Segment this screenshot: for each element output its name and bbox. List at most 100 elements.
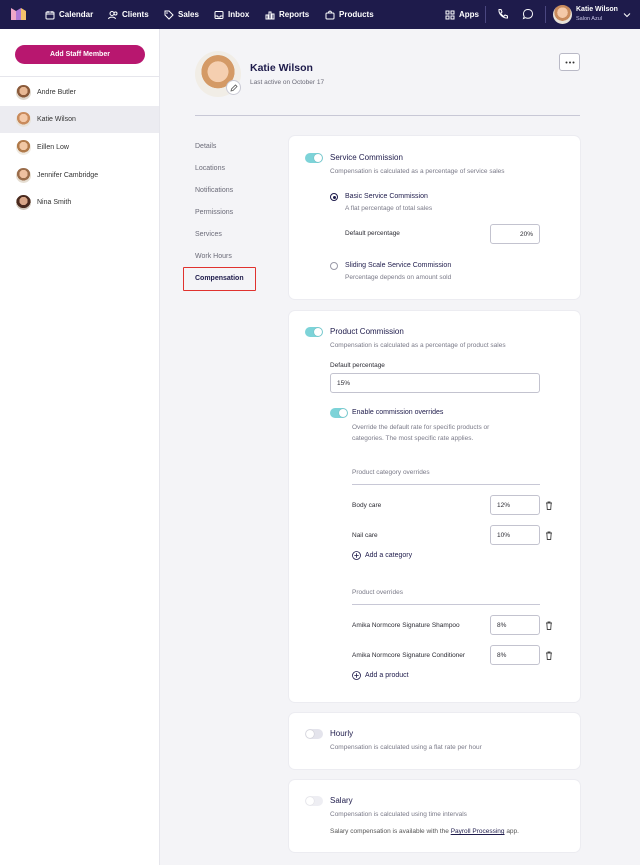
service-default-percentage-input[interactable] xyxy=(490,224,540,244)
bag-icon xyxy=(325,10,335,19)
sliding-scale-desc: Percentage depends on amount sold xyxy=(345,274,452,281)
nav-apps-label: Apps xyxy=(459,10,479,19)
category-overrides-header: Product category overrides xyxy=(352,469,430,476)
staff-item[interactable]: Andre Butler xyxy=(0,79,159,106)
tab-highlight-box xyxy=(183,267,256,291)
trash-icon[interactable] xyxy=(545,621,553,630)
nav-clients[interactable]: Clients xyxy=(108,0,149,29)
nav-inbox[interactable]: Inbox xyxy=(214,0,249,29)
add-product-label: Add a product xyxy=(365,672,409,679)
staff-name: Eillen Low xyxy=(37,144,69,151)
trash-icon[interactable] xyxy=(545,501,553,510)
user-name[interactable]: Katie Wilson xyxy=(576,6,618,13)
avatar xyxy=(16,112,31,127)
service-commission-card: Service Commission Compensation is calcu… xyxy=(289,136,580,299)
staff-item[interactable]: Nina Smith xyxy=(0,189,159,216)
add-product-link[interactable]: Add a product xyxy=(352,671,409,680)
user-avatar[interactable] xyxy=(553,5,572,24)
section-divider xyxy=(352,484,540,485)
staff-item[interactable]: Eillen Low xyxy=(0,134,159,161)
bar-chart-icon xyxy=(265,11,275,19)
salary-note-suffix: app. xyxy=(504,828,519,835)
nav-sales-label: Sales xyxy=(178,10,199,19)
card-subtitle: Compensation is calculated as a percenta… xyxy=(330,342,506,349)
card-title: Product Commission xyxy=(330,327,404,336)
add-staff-member-button[interactable]: Add Staff Member xyxy=(15,45,145,64)
card-subtitle: Compensation is calculated using time in… xyxy=(330,811,467,818)
nav-clients-label: Clients xyxy=(122,10,149,19)
trash-icon[interactable] xyxy=(545,651,553,660)
default-percentage-label: Default percentage xyxy=(345,230,400,237)
plus-circle-icon xyxy=(352,671,361,680)
basic-commission-desc: A flat percentage of total sales xyxy=(345,205,433,212)
avatar xyxy=(16,140,31,155)
hourly-toggle[interactable] xyxy=(305,729,323,739)
salary-note: Salary compensation is available with th… xyxy=(330,827,519,837)
staff-item[interactable]: Jennifer Cambridge xyxy=(0,162,159,189)
add-category-link[interactable]: Add a category xyxy=(352,551,412,560)
overrides-desc-2: categories. The most specific rate appli… xyxy=(352,435,474,442)
more-icon xyxy=(565,61,574,63)
tab-work-hours[interactable]: Work Hours xyxy=(195,253,232,260)
section-divider xyxy=(352,604,540,605)
salary-toggle[interactable] xyxy=(305,796,323,806)
product-name: Amika Normcore Signature Conditioner xyxy=(352,652,466,659)
nav-calendar-label: Calendar xyxy=(59,10,94,19)
last-active-text: Last active on October 17 xyxy=(250,79,325,86)
chevron-down-icon[interactable] xyxy=(623,11,631,19)
product-percentage-input[interactable] xyxy=(490,615,540,635)
avatar xyxy=(16,85,31,100)
product-commission-toggle[interactable] xyxy=(305,327,323,337)
nav-apps[interactable]: Apps xyxy=(445,0,479,29)
nav-products-label: Products xyxy=(339,10,374,19)
plus-circle-icon xyxy=(352,551,361,560)
edit-photo-button[interactable] xyxy=(226,80,241,95)
top-nav: Calendar Clients Sales Inbox Reports Pro… xyxy=(0,0,640,29)
nav-products[interactable]: Products xyxy=(325,0,374,29)
card-title: Hourly xyxy=(330,729,354,738)
profile-name: Katie Wilson xyxy=(250,62,313,74)
nav-calendar[interactable]: Calendar xyxy=(45,0,93,29)
staff-name: Jennifer Cambridge xyxy=(37,172,99,179)
logo-icon[interactable] xyxy=(11,8,26,20)
overrides-label: Enable commission overrides xyxy=(352,409,444,416)
add-category-label: Add a category xyxy=(365,552,413,559)
basic-commission-radio[interactable] xyxy=(330,193,338,201)
service-commission-toggle[interactable] xyxy=(305,153,323,163)
phone-icon[interactable] xyxy=(497,8,509,20)
tab-notifications[interactable]: Notifications xyxy=(195,187,233,194)
inbox-icon xyxy=(214,10,224,19)
tab-details[interactable]: Details xyxy=(195,143,216,150)
category-name: Body care xyxy=(352,502,382,509)
nav-sales[interactable]: Sales xyxy=(164,0,199,29)
commission-overrides-toggle[interactable] xyxy=(330,408,348,418)
nav-inbox-label: Inbox xyxy=(228,10,250,19)
category-percentage-input[interactable] xyxy=(490,525,540,545)
product-percentage-input[interactable] xyxy=(490,645,540,665)
salary-note-prefix: Salary compensation is available with th… xyxy=(330,828,451,835)
staff-item-active[interactable]: Katie Wilson xyxy=(0,106,159,133)
default-percentage-label: Default percentage xyxy=(330,362,385,369)
pencil-icon xyxy=(229,83,238,92)
header-divider xyxy=(195,115,580,116)
tab-locations[interactable]: Locations xyxy=(195,165,225,172)
sliding-scale-radio[interactable] xyxy=(330,262,338,270)
product-commission-card: Product Commission Compensation is calcu… xyxy=(289,311,580,702)
chat-icon[interactable] xyxy=(522,8,534,20)
salary-card: Salary Compensation is calculated using … xyxy=(289,780,580,852)
card-title: Salary xyxy=(330,796,353,805)
tab-permissions[interactable]: Permissions xyxy=(195,209,233,216)
trash-icon[interactable] xyxy=(545,531,553,540)
category-percentage-input[interactable] xyxy=(490,495,540,515)
more-options-button[interactable] xyxy=(559,53,580,71)
product-overrides-header: Product overrides xyxy=(352,589,403,596)
hourly-card: Hourly Compensation is calculated using … xyxy=(289,713,580,769)
product-default-percentage-input[interactable] xyxy=(330,373,540,393)
nav-reports[interactable]: Reports xyxy=(265,0,309,29)
basic-commission-label: Basic Service Commission xyxy=(345,193,428,200)
user-business: Salon Azul xyxy=(576,16,602,22)
payroll-processing-link[interactable]: Payroll Processing xyxy=(451,828,505,835)
card-subtitle: Compensation is calculated as a percenta… xyxy=(330,168,505,175)
tab-services[interactable]: Services xyxy=(195,231,222,238)
grid-icon xyxy=(445,10,455,19)
